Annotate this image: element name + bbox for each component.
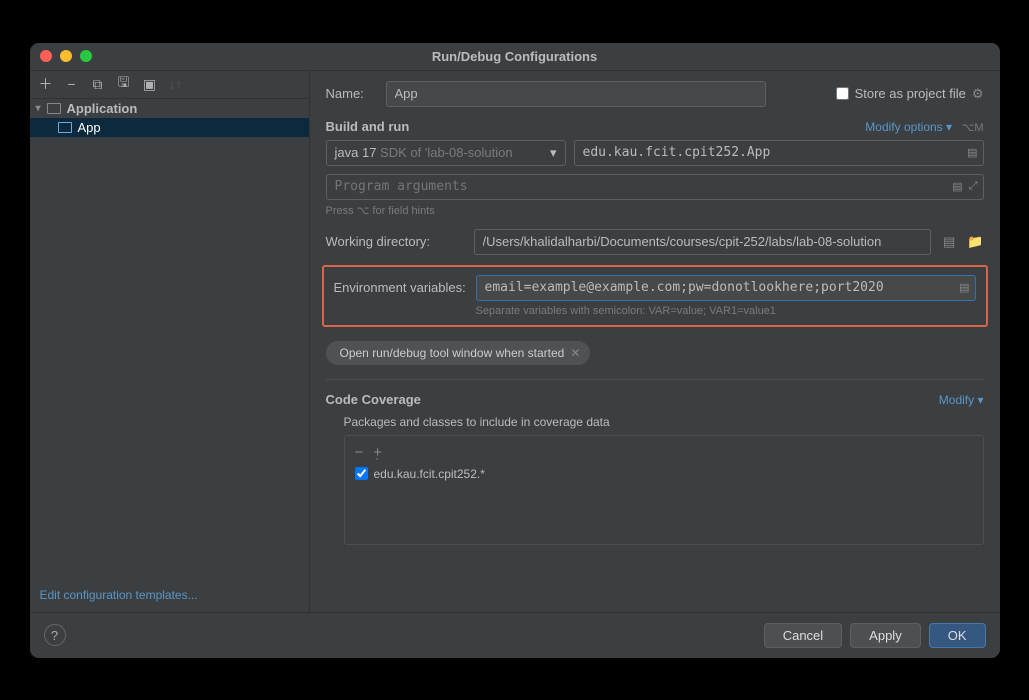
ok-button[interactable]: OK (929, 623, 986, 648)
content-panel: Name: Store as project file ⚙ Build and … (310, 71, 1000, 612)
coverage-subtitle: Packages and classes to include in cover… (344, 415, 984, 429)
coverage-item-label: edu.kau.fcit.cpit252.* (374, 467, 485, 481)
close-window-icon[interactable] (40, 50, 52, 62)
name-input[interactable] (386, 81, 766, 107)
env-label: Environment variables: (334, 280, 470, 295)
add-coverage-icon[interactable]: +̣ (373, 444, 382, 461)
program-args-wrap: ▤ ⤢ (326, 174, 984, 200)
dialog-window: Run/Debug Configurations ＋ − ⧉ 🖫 ▣ ↓↑ ▾ … (30, 43, 1000, 658)
expand-icon[interactable]: ▤ (967, 146, 977, 159)
sdk-dropdown[interactable]: java 17 SDK of 'lab-08-solution ▾ (326, 140, 566, 166)
list-icon[interactable]: ▤ (959, 281, 969, 294)
runconfig-icon (58, 122, 72, 133)
env-highlight: Environment variables: ▤ Separate variab… (322, 265, 988, 327)
traffic-lights (40, 50, 92, 62)
coverage-header: Code Coverage Modify ▾ (326, 392, 984, 407)
inline-icon[interactable]: ▤ (943, 234, 955, 250)
coverage-modify-link[interactable]: Modify (939, 393, 974, 407)
chevron-down-icon: ▾ (550, 145, 557, 161)
main-class-wrap: ▤ (574, 140, 984, 166)
gear-icon[interactable]: ⚙ (972, 86, 984, 102)
edit-templates-link[interactable]: Edit configuration templates... (40, 588, 198, 602)
config-tree: ▾ Application App (30, 99, 309, 578)
tree-group-application[interactable]: ▾ Application (30, 99, 309, 118)
chevron-down-icon: ▾ (974, 393, 983, 407)
tree-item-label: App (78, 120, 101, 135)
help-button[interactable]: ? (44, 624, 66, 646)
titlebar: Run/Debug Configurations (30, 43, 1000, 71)
coverage-section: Code Coverage Modify ▾ Packages and clas… (326, 392, 984, 545)
tree-group-label: Application (67, 101, 138, 116)
sidebar: ＋ − ⧉ 🖫 ▣ ↓↑ ▾ Application App Edit (30, 71, 310, 612)
working-dir-label: Working directory: (326, 234, 462, 249)
tool-window-chip[interactable]: Open run/debug tool window when started … (326, 341, 591, 365)
coverage-item-checkbox[interactable] (355, 467, 368, 480)
name-row: Name: Store as project file ⚙ (326, 81, 984, 107)
build-run-section: Build and run Modify options ▾ ⌥M java 1… (326, 119, 984, 380)
browse-folder-icon[interactable]: 📁 (967, 234, 983, 250)
sdk-row: java 17 SDK of 'lab-08-solution ▾ ▤ (326, 140, 984, 166)
copy-config-icon[interactable]: ⧉ (90, 76, 106, 93)
name-label: Name: (326, 86, 374, 101)
main-class-input[interactable] (574, 140, 984, 166)
sort-config-icon[interactable]: ↓↑ (168, 76, 184, 92)
minimize-window-icon[interactable] (60, 50, 72, 62)
remove-coverage-icon[interactable]: − (355, 444, 364, 461)
section-header: Build and run Modify options ▾ ⌥M (326, 119, 984, 134)
working-dir-row: Working directory: ▤ 📁 (326, 229, 984, 255)
save-config-icon[interactable]: 🖫 (116, 72, 132, 96)
env-hint: Separate variables with semicolon: VAR=v… (476, 305, 976, 317)
env-input[interactable] (476, 275, 976, 301)
sdk-text: java 17 SDK of 'lab-08-solution (335, 145, 513, 160)
env-row: Environment variables: ▤ (334, 275, 976, 301)
coverage-box: − +̣ edu.kau.fcit.cpit252.* (344, 435, 984, 545)
add-config-icon[interactable]: ＋ (38, 74, 54, 94)
coverage-toolbar: − +̣ (355, 444, 973, 467)
tree-item-app[interactable]: App (30, 118, 309, 137)
close-icon[interactable]: ✕ (570, 346, 580, 360)
chip-row: Open run/debug tool window when started … (326, 341, 984, 365)
sidebar-toolbar: ＋ − ⧉ 🖫 ▣ ↓↑ (30, 71, 309, 99)
list-icon[interactable]: ▤ (952, 180, 962, 193)
cancel-button[interactable]: Cancel (764, 623, 842, 648)
maximize-window-icon[interactable] (80, 50, 92, 62)
expand-icon[interactable]: ⤢ (969, 180, 978, 193)
build-run-title: Build and run (326, 119, 410, 134)
working-dir-input[interactable] (474, 229, 932, 255)
chevron-down-icon: ▾ (36, 103, 41, 114)
modify-options-link[interactable]: Modify options (865, 120, 942, 134)
sidebar-footer: Edit configuration templates... (30, 578, 309, 612)
chip-label: Open run/debug tool window when started (340, 346, 565, 360)
chevron-down-icon: ▾ (943, 120, 952, 134)
window-title: Run/Debug Configurations (432, 49, 597, 64)
folder-config-icon[interactable]: ▣ (142, 76, 158, 93)
remove-config-icon[interactable]: − (64, 76, 80, 92)
field-hints: Press ⌥ for field hints (326, 204, 984, 217)
store-checkbox[interactable] (836, 87, 849, 100)
coverage-item[interactable]: edu.kau.fcit.cpit252.* (355, 467, 973, 481)
dialog-body: ＋ − ⧉ 🖫 ▣ ↓↑ ▾ Application App Edit (30, 71, 1000, 612)
store-project-file[interactable]: Store as project file ⚙ (836, 86, 984, 102)
modify-options-kbd: ⌥M (962, 122, 984, 134)
dialog-footer: ? Cancel Apply OK (30, 612, 1000, 658)
application-icon (47, 103, 61, 114)
store-label: Store as project file (855, 86, 966, 101)
modify-options-wrap: Modify options ▾ ⌥M (865, 119, 983, 134)
coverage-title: Code Coverage (326, 392, 421, 407)
apply-button[interactable]: Apply (850, 623, 921, 648)
program-args-input[interactable] (326, 174, 984, 200)
